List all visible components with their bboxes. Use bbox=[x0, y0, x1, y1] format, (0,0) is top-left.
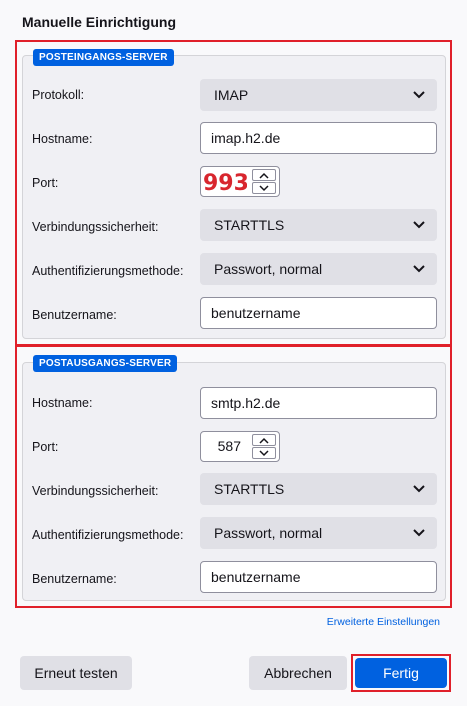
chevron-down-icon bbox=[413, 265, 425, 273]
port-increment-button[interactable] bbox=[252, 434, 276, 446]
incoming-auth-select[interactable]: Passwort, normal bbox=[200, 253, 437, 285]
incoming-server-badge: POSTEINGANGS-SERVER bbox=[33, 49, 174, 66]
outgoing-port-stepper[interactable]: 587 bbox=[200, 431, 280, 462]
outgoing-auth-label: Authentifizierungsmethode: bbox=[32, 528, 184, 542]
incoming-hostname-label: Hostname: bbox=[32, 132, 93, 146]
incoming-port-label: Port: bbox=[32, 176, 59, 190]
outgoing-username-input[interactable]: benutzername bbox=[200, 561, 437, 593]
chevron-down-icon bbox=[413, 221, 425, 229]
chevron-down-icon bbox=[259, 450, 269, 457]
incoming-security-label: Verbindungssicherheit: bbox=[32, 220, 159, 234]
chevron-down-icon bbox=[413, 529, 425, 537]
port-decrement-button[interactable] bbox=[252, 182, 276, 194]
outgoing-auth-value: Passwort, normal bbox=[214, 525, 323, 541]
incoming-port-stepper[interactable]: 993 bbox=[200, 166, 280, 197]
advanced-settings-link[interactable]: Erweiterte Einstellungen bbox=[327, 616, 440, 628]
incoming-auth-label: Authentifizierungsmethode: bbox=[32, 264, 184, 278]
incoming-security-select[interactable]: STARTTLS bbox=[200, 209, 437, 241]
chevron-down-icon bbox=[259, 185, 269, 192]
dialog-title: Manuelle Einrichtigung bbox=[22, 14, 177, 30]
port-decrement-button[interactable] bbox=[252, 447, 276, 459]
outgoing-username-label: Benutzername: bbox=[32, 572, 117, 586]
outgoing-port-label: Port: bbox=[32, 440, 59, 454]
incoming-port-value: 993 bbox=[203, 171, 247, 196]
outgoing-security-value: STARTTLS bbox=[214, 481, 285, 497]
done-button[interactable]: Fertig bbox=[355, 658, 447, 688]
outgoing-security-label: Verbindungssicherheit: bbox=[32, 484, 159, 498]
outgoing-auth-select[interactable]: Passwort, normal bbox=[200, 517, 437, 549]
outgoing-hostname-label: Hostname: bbox=[32, 396, 93, 410]
protocol-value: IMAP bbox=[214, 87, 249, 103]
port-increment-button[interactable] bbox=[252, 169, 276, 181]
incoming-security-value: STARTTLS bbox=[214, 217, 285, 233]
outgoing-hostname-input[interactable]: smtp.h2.de bbox=[200, 387, 437, 419]
incoming-username-input[interactable]: benutzername bbox=[200, 297, 437, 329]
incoming-auth-value: Passwort, normal bbox=[214, 261, 323, 277]
chevron-down-icon bbox=[413, 485, 425, 493]
outgoing-port-value: 587 bbox=[217, 438, 241, 454]
protocol-select[interactable]: IMAP bbox=[200, 79, 437, 111]
chevron-up-icon bbox=[259, 172, 269, 179]
port-scribble-annotation: 993 bbox=[203, 171, 247, 196]
incoming-username-label: Benutzername: bbox=[32, 308, 117, 322]
protocol-label: Protokoll: bbox=[32, 88, 85, 102]
outgoing-security-select[interactable]: STARTTLS bbox=[200, 473, 437, 505]
incoming-hostname-input[interactable]: imap.h2.de bbox=[200, 122, 437, 154]
outgoing-server-badge: POSTAUSGANGS-SERVER bbox=[33, 355, 178, 372]
chevron-up-icon bbox=[259, 437, 269, 444]
retest-button[interactable]: Erneut testen bbox=[20, 656, 132, 690]
cancel-button[interactable]: Abbrechen bbox=[249, 656, 347, 690]
chevron-down-icon bbox=[413, 91, 425, 99]
